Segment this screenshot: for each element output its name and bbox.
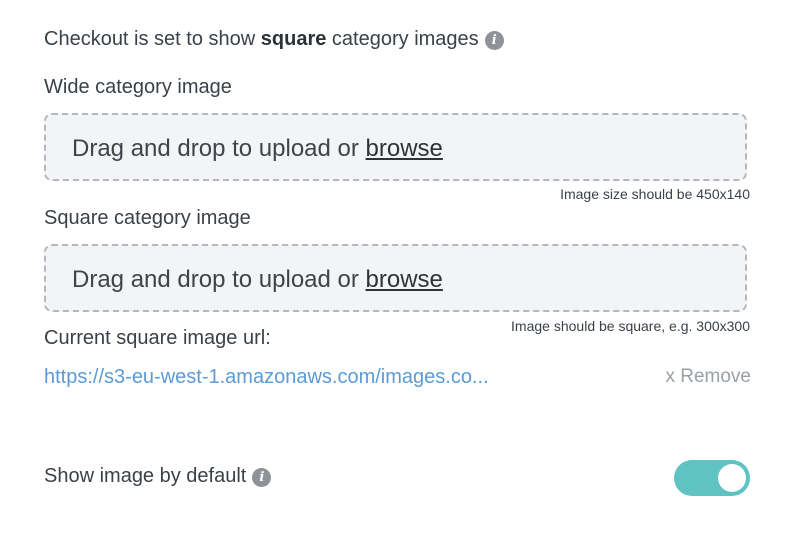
show-image-default-toggle[interactable] (674, 460, 750, 496)
wide-dropzone-text: Drag and drop to upload or browse (72, 134, 443, 164)
show-image-default-row: Show image by default i (44, 463, 272, 489)
wide-browse-link[interactable]: browse (366, 135, 443, 162)
remove-image-button[interactable]: x Remove (665, 364, 751, 390)
heading-prefix: Checkout is set to show (44, 28, 261, 50)
wide-image-label: Wide category image (44, 76, 232, 98)
square-image-dropzone[interactable]: Drag and drop to upload or browse (44, 244, 747, 312)
heading-suffix: category images (326, 28, 479, 50)
wide-image-dropzone[interactable]: Drag and drop to upload or browse (44, 113, 747, 181)
square-dropzone-prompt: Drag and drop to upload or (72, 266, 366, 293)
show-image-default-label: Show image by default (44, 465, 247, 487)
heading-emphasis: square (260, 28, 327, 50)
info-icon[interactable]: i (252, 468, 272, 487)
square-browse-link[interactable]: browse (366, 266, 443, 293)
wide-image-size-hint: Image size should be 450x140 (560, 186, 750, 202)
square-dropzone-text: Drag and drop to upload or browse (72, 265, 443, 295)
square-image-label: Square category image (44, 207, 251, 229)
current-image-url-link[interactable]: https://s3-eu-west-1.amazonaws.com/image… (44, 364, 489, 390)
square-image-size-hint: Image should be square, e.g. 300x300 (511, 318, 750, 334)
current-url-label: Current square image url: (44, 327, 271, 349)
checkout-image-setting-heading: Checkout is set to show square category … (44, 26, 504, 52)
toggle-knob (718, 464, 746, 492)
wide-dropzone-prompt: Drag and drop to upload or (72, 135, 366, 162)
info-icon[interactable]: i (484, 31, 504, 50)
